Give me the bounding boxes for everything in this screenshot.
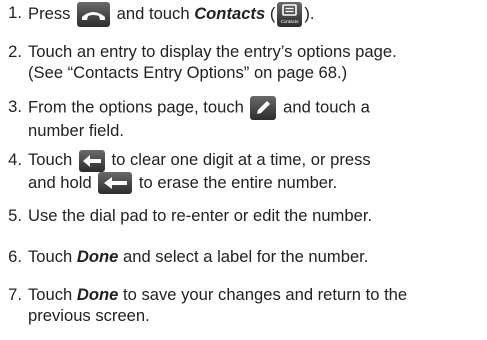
step-text-part: From the options page, touch	[28, 97, 244, 117]
step-line: number field.	[28, 121, 124, 140]
step-line: (See “Contacts Entry Options” on page 68…	[28, 63, 348, 82]
step-text: Touch Done to save your changes and retu…	[28, 284, 480, 326]
step-text: Touch an entry to display the entry’s op…	[28, 41, 480, 83]
step-number: 4.	[8, 150, 22, 169]
step-text: Touch Done and select a label for the nu…	[28, 246, 480, 267]
step-text-part: Touch	[28, 285, 73, 304]
step-text-part: Touch	[28, 247, 73, 266]
step-number: 6.	[8, 247, 22, 266]
step-line: Use the dial pad to re-enter or edit the…	[28, 206, 373, 225]
step-text: Touch to clear one digit at a time, or p…	[28, 149, 480, 195]
phone-icon	[77, 2, 111, 27]
step-text: Use the dial pad to re-enter or edit the…	[28, 205, 480, 226]
step-line: Touch an entry to display the entry’s op…	[28, 42, 397, 61]
step-text-part: to save your changes and return to the	[123, 285, 408, 304]
step-number: 2.	[8, 42, 22, 61]
step-text-part: Press	[28, 3, 71, 23]
step-text: From the options page, touch and touch a…	[28, 96, 480, 141]
step-text-part: and touch a	[283, 97, 370, 117]
pencil-icon	[250, 96, 277, 120]
step-text-part: and select a label for the number.	[123, 247, 369, 266]
done-label: Done	[76, 247, 119, 266]
step-number: 5.	[8, 206, 22, 225]
contacts-icon: Contacts	[277, 2, 303, 27]
step-text-part: ).	[304, 3, 315, 23]
step-number: 7.	[8, 285, 22, 304]
step-text-part: to erase the entire number.	[138, 172, 338, 192]
step-text-part: (	[269, 3, 276, 23]
step-text-part: to clear one digit at a time, or press	[111, 150, 371, 169]
done-label: Done	[76, 285, 119, 304]
step-number: 3.	[8, 97, 22, 116]
backspace-icon	[78, 149, 105, 172]
svg-text:Contacts: Contacts	[281, 19, 300, 24]
step-text-part: and hold	[28, 172, 92, 192]
step-number: 1.	[8, 3, 22, 22]
step-text-part: Touch	[28, 150, 73, 169]
contacts-label: Contacts	[194, 3, 266, 23]
backspace-icon	[98, 172, 133, 195]
step-text: Press and touch Contacts ( Contacts ).	[28, 2, 480, 27]
step-line: previous screen.	[28, 306, 150, 325]
step-text-part: and touch	[116, 3, 190, 23]
